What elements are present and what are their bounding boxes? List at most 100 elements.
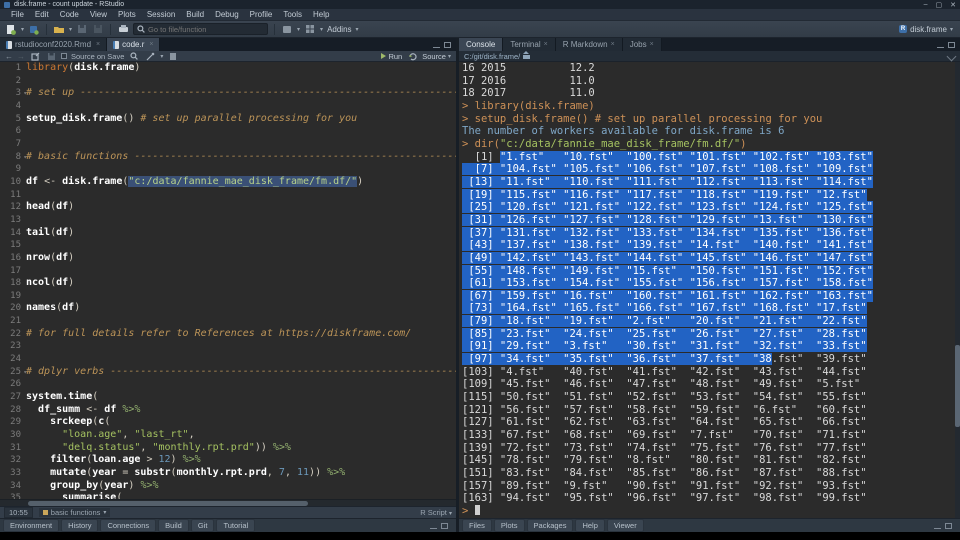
code-text: group_by(year) %>% [50, 479, 159, 491]
console-dir-line: [55] "148.fst" "149.fst" "15.fst" "150.f… [462, 264, 960, 278]
menu-item-profile[interactable]: Profile [245, 9, 278, 20]
hscroll-thumb[interactable] [28, 501, 308, 506]
vscroll-thumb[interactable] [955, 344, 960, 427]
menu-item-help[interactable]: Help [308, 9, 334, 20]
line-number: 14 [0, 226, 26, 240]
section-navigator[interactable]: basic functions ▾ [38, 508, 111, 517]
run-button[interactable]: Run [381, 52, 402, 61]
tab-environment[interactable]: Environment [3, 519, 60, 532]
menu-item-debug[interactable]: Debug [210, 9, 244, 20]
new-file-icon[interactable] [5, 24, 17, 35]
forward-icon[interactable]: → [17, 52, 25, 61]
tab-tutorial[interactable]: Tutorial [216, 519, 256, 532]
save-icon[interactable] [76, 24, 88, 35]
save-file-icon[interactable] [45, 51, 57, 62]
file-icon [6, 40, 12, 49]
tab-close-icon[interactable]: × [611, 41, 615, 48]
tab-close-icon[interactable]: × [544, 41, 548, 48]
tab-console[interactable]: Console [459, 38, 504, 51]
console-prompt[interactable]: > [462, 504, 960, 518]
popout-icon[interactable] [29, 51, 41, 62]
selected-text: [79] "18.fst" "19.fst" "2.fst" "20.fst" … [462, 315, 867, 328]
maximize-icon[interactable]: ▢ [936, 1, 943, 9]
console-vscrollbar[interactable] [955, 62, 960, 518]
project-selector[interactable]: R disk.frame ▾ [899, 25, 955, 34]
close-icon[interactable]: ✕ [950, 1, 956, 9]
tab-terminal[interactable]: Terminal × [503, 38, 556, 51]
minimize-pane-icon[interactable] [433, 46, 440, 48]
home-icon[interactable] [523, 51, 531, 59]
back-icon[interactable]: ← [5, 52, 13, 61]
addins-caret-icon[interactable]: ▾ [356, 26, 359, 33]
pane-minimize-icon[interactable] [430, 527, 437, 529]
tab-connections[interactable]: Connections [100, 519, 157, 532]
addins-button[interactable]: Addins [327, 25, 351, 34]
tab-jobs[interactable]: Jobs × [622, 38, 662, 51]
menu-item-edit[interactable]: Edit [30, 9, 54, 20]
tab-history[interactable]: History [61, 519, 99, 532]
tab-code.r[interactable]: code.r × [107, 38, 161, 51]
tab-plots[interactable]: Plots [493, 519, 525, 532]
minimize-icon[interactable]: – [924, 1, 928, 9]
open-file-caret-icon[interactable]: ▾ [69, 26, 72, 33]
tab-build[interactable]: Build [158, 519, 189, 532]
code-tools-caret-icon[interactable]: ▾ [160, 53, 163, 60]
source-button[interactable]: Source ▾ [422, 52, 451, 61]
tab-packages[interactable]: Packages [526, 519, 574, 532]
save-all-icon[interactable] [92, 24, 104, 35]
tab-close-icon[interactable]: × [149, 41, 153, 48]
editor-hscrollbar[interactable] [0, 499, 456, 506]
console-dir-line: [1] "1.fst" "10.fst" "100.fst" "101.fst"… [462, 150, 873, 163]
tab-r-markdown[interactable]: R Markdown × [555, 38, 623, 51]
menu-item-tools[interactable]: Tools [278, 9, 307, 20]
code-editor[interactable]: 1 library(disk.frame) 2 3 ▾ # set up --------… [0, 62, 456, 499]
selected-text: [19] "115.fst" "116.fst" "117.fst" "118.… [462, 188, 867, 201]
workspace-caret-icon[interactable]: ▾ [297, 26, 300, 33]
compile-report-icon[interactable] [167, 51, 179, 62]
source-on-save-checkbox[interactable] [61, 53, 67, 59]
code-text: "delq.status", "monthly.rpt.prd")) %>% [62, 441, 291, 453]
code-tools-icon[interactable] [144, 51, 156, 62]
print-icon[interactable] [117, 24, 129, 35]
menu-item-plots[interactable]: Plots [113, 9, 141, 20]
tab-viewer[interactable]: Viewer [606, 519, 644, 532]
pane-minimize-icon[interactable] [934, 527, 941, 529]
console-maximize-icon[interactable] [948, 41, 955, 48]
tab-close-icon[interactable]: × [650, 41, 654, 48]
menu-item-file[interactable]: File [6, 9, 29, 20]
pane-layout-icon[interactable] [304, 24, 316, 35]
console-output[interactable]: 16 2015 12.2 17 2016 11.0 18 2017 11.0 > li… [459, 62, 960, 518]
tab-rstudioconf2020.rmd[interactable]: rstudioconf2020.Rmd × [0, 38, 108, 51]
line-number: 1 [0, 62, 26, 75]
code-line: 26 [0, 378, 456, 392]
line-number: 21 [0, 315, 26, 328]
file-type-selector[interactable]: R Script ▾ [420, 508, 452, 517]
clear-console-icon[interactable] [946, 51, 957, 61]
pane-maximize-icon[interactable] [441, 522, 448, 529]
code-line: 27 system.time( [0, 391, 456, 404]
tab-git[interactable]: Git [190, 519, 215, 532]
console-dir-line: [85] "23.fst" "24.fst" "25.fst" "26.fst"… [462, 327, 960, 341]
menu-item-view[interactable]: View [85, 9, 112, 20]
new-project-icon[interactable] [28, 24, 40, 35]
console-pane: Console Terminal × R Markdown × Jobs × C:/git/… [459, 38, 960, 532]
goto-file-input[interactable] [148, 24, 259, 34]
tab-help[interactable]: Help [575, 519, 605, 532]
new-file-caret-icon[interactable]: ▾ [21, 26, 24, 33]
menu-item-code[interactable]: Code [55, 9, 84, 20]
code-line: 18 ncol(df) [0, 277, 456, 290]
workspace-icon[interactable] [281, 24, 293, 35]
tab-label: rstudioconf2020.Rmd [15, 40, 92, 49]
menu-item-build[interactable]: Build [181, 9, 209, 20]
pane-maximize-icon[interactable] [945, 522, 952, 529]
console-minimize-icon[interactable] [937, 46, 944, 48]
tab-files[interactable]: Files [462, 519, 492, 532]
menu-item-session[interactable]: Session [142, 9, 180, 20]
maximize-pane-icon[interactable] [444, 41, 451, 48]
pane-layout-caret-icon[interactable]: ▾ [320, 26, 323, 33]
rerun-icon[interactable] [406, 51, 418, 62]
tab-close-icon[interactable]: × [96, 41, 100, 48]
open-file-icon[interactable] [53, 24, 65, 35]
find-icon[interactable] [128, 51, 140, 62]
